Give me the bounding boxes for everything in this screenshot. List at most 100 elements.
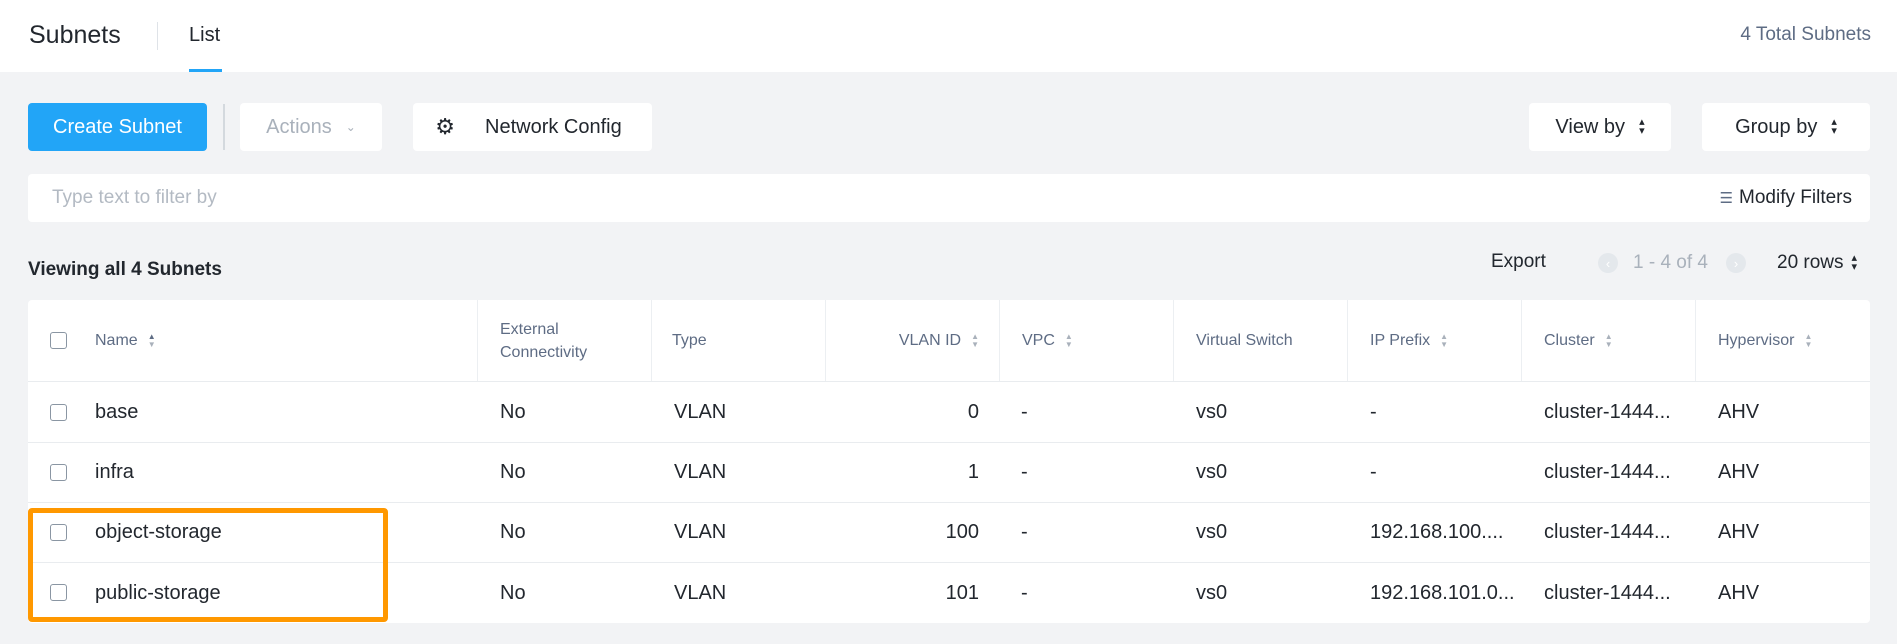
network-config-label: Network Config <box>485 115 622 138</box>
view-by-label: View by <box>1555 115 1626 138</box>
chevron-left-icon[interactable]: ‹ <box>1598 253 1618 273</box>
actions-dropdown[interactable]: Actions ⌄ <box>240 103 382 151</box>
group-by-select[interactable]: Group by ▴ ▾ <box>1702 103 1870 151</box>
cell-virtual-switch: vs0 <box>1196 581 1228 604</box>
select-arrows-icon: ▴ ▾ <box>1639 116 1645 137</box>
column-header-label: Hypervisor <box>1718 332 1795 349</box>
view-by-select[interactable]: View by ▴ ▾ <box>1529 103 1671 151</box>
select-all-checkbox[interactable] <box>50 332 67 349</box>
column-header-label: Type <box>672 332 707 349</box>
cell-external-connectivity: No <box>500 581 526 604</box>
column-header-label: IP Prefix <box>1370 332 1431 349</box>
viewing-label: Viewing all 4 Subnets <box>28 259 222 280</box>
select-arrows-icon: ▴ ▾ <box>1831 116 1837 137</box>
chevron-down-icon: ⌄ <box>345 120 356 134</box>
cell-external-connectivity: No <box>500 401 526 423</box>
cell-name[interactable]: infra <box>95 443 134 502</box>
cell-type: VLAN <box>674 581 727 604</box>
rows-per-page-select[interactable]: 20 rows ▴ ▾ <box>1777 252 1857 274</box>
cell-vlan-id: 101 <box>945 581 979 604</box>
cell-vpc: - <box>1021 581 1028 604</box>
sort-icon: ▲ ▼ <box>1064 331 1073 349</box>
cell-ip-prefix: - <box>1370 461 1377 483</box>
column-header-name[interactable]: Name ▲ ▼ <box>95 300 471 381</box>
row-checkbox[interactable] <box>50 404 67 421</box>
create-subnet-button[interactable]: Create Subnet <box>28 103 207 151</box>
export-button[interactable]: Export <box>1491 251 1546 273</box>
cell-type: VLAN <box>674 521 727 543</box>
cell-type: VLAN <box>674 461 727 483</box>
cell-external-connectivity: No <box>500 521 526 543</box>
column-header-ip-prefix[interactable]: IP Prefix ▲ ▼ <box>1347 300 1521 381</box>
column-header-vlan-id[interactable]: VLAN ID ▲ ▼ <box>825 300 999 381</box>
active-tab-indicator <box>189 69 222 72</box>
cell-name[interactable]: public-storage <box>95 563 221 623</box>
modify-filters-button[interactable]: ☰ Modify Filters <box>1720 187 1852 209</box>
gear-icon: ⚙ <box>435 114 455 139</box>
row-checkbox[interactable] <box>50 464 67 481</box>
network-config-button[interactable]: ⚙ Network Config <box>413 103 652 151</box>
cell-name[interactable]: base <box>95 383 138 442</box>
top-bar: Subnets List 4 Total Subnets <box>0 0 1897 72</box>
cell-type: VLAN <box>674 401 727 423</box>
column-header-label: Virtual Switch <box>1196 332 1293 349</box>
sort-icon: ▲ ▼ <box>1604 331 1613 349</box>
column-header-hypervisor[interactable]: Hypervisor ▲ ▼ <box>1695 300 1870 381</box>
column-header-label: VLAN ID <box>898 332 962 349</box>
modify-filters-label: Modify Filters <box>1739 187 1852 208</box>
column-header-label: Cluster <box>1544 332 1595 349</box>
table-row[interactable]: object-storage No VLAN 100 - vs0 192.168… <box>28 503 1870 563</box>
sort-icon: ▲ ▼ <box>1804 331 1813 349</box>
column-header-vpc[interactable]: VPC ▲ ▼ <box>999 300 1173 381</box>
cell-virtual-switch: vs0 <box>1196 401 1228 423</box>
cell-cluster: cluster-1444... <box>1544 521 1671 543</box>
cell-vpc: - <box>1021 521 1028 543</box>
cell-vlan-id: 1 <box>967 461 979 483</box>
cell-external-connectivity: No <box>500 461 526 483</box>
page-range: 1 - 4 of 4 <box>1633 252 1708 273</box>
table-row[interactable]: base No VLAN 0 - vs0 - cluster-1444... A… <box>28 383 1870 443</box>
column-header-label: External Connectivity <box>500 320 588 361</box>
rows-per-page-label: 20 rows <box>1777 252 1844 273</box>
row-checkbox[interactable] <box>50 584 67 601</box>
cell-cluster: cluster-1444... <box>1544 461 1671 483</box>
page-title: Subnets <box>29 21 121 49</box>
column-header-type: Type <box>651 300 825 381</box>
actions-label: Actions <box>266 115 332 138</box>
cell-hypervisor: AHV <box>1718 521 1760 543</box>
filter-icon: ☰ <box>1719 190 1734 207</box>
title-divider <box>157 22 158 50</box>
cell-cluster: cluster-1444... <box>1544 401 1671 423</box>
cell-ip-prefix: 192.168.101.0... <box>1370 581 1515 604</box>
cell-ip-prefix: 192.168.100.... <box>1370 521 1504 543</box>
select-arrows-icon: ▴ ▾ <box>1851 252 1858 273</box>
cell-hypervisor: AHV <box>1718 461 1760 483</box>
column-header-label: VPC <box>1022 332 1055 349</box>
table-row[interactable]: public-storage No VLAN 101 - vs0 192.168… <box>28 563 1870 623</box>
cell-name[interactable]: object-storage <box>95 503 222 562</box>
table-header-row: Name ▲ ▼ External Connectivity Type VLAN … <box>28 300 1870 382</box>
column-header-external-connectivity: External Connectivity <box>477 300 651 381</box>
toolbar-divider <box>223 104 225 150</box>
group-by-label: Group by <box>1735 115 1818 138</box>
total-count: 4 Total Subnets <box>1740 24 1871 45</box>
cell-virtual-switch: vs0 <box>1196 521 1228 543</box>
column-header-cluster[interactable]: Cluster ▲ ▼ <box>1521 300 1695 381</box>
cell-hypervisor: AHV <box>1718 581 1760 604</box>
cell-vpc: - <box>1021 461 1028 483</box>
filter-input[interactable] <box>52 186 652 210</box>
row-checkbox[interactable] <box>50 524 67 541</box>
cell-hypervisor: AHV <box>1718 401 1760 423</box>
column-header-virtual-switch: Virtual Switch <box>1173 300 1347 381</box>
chevron-right-icon[interactable]: › <box>1726 253 1746 273</box>
tab-list[interactable]: List <box>189 24 220 47</box>
cell-vlan-id: 100 <box>945 521 979 543</box>
cell-ip-prefix: - <box>1370 401 1377 423</box>
column-header-label: Name <box>95 332 138 349</box>
sort-icon: ▲ ▼ <box>147 331 156 349</box>
cell-virtual-switch: vs0 <box>1196 461 1228 483</box>
cell-cluster: cluster-1444... <box>1544 581 1671 604</box>
subnets-table: Name ▲ ▼ External Connectivity Type VLAN … <box>28 300 1870 623</box>
table-row[interactable]: infra No VLAN 1 - vs0 - cluster-1444... … <box>28 443 1870 503</box>
sort-icon: ▲ ▼ <box>1440 331 1449 349</box>
